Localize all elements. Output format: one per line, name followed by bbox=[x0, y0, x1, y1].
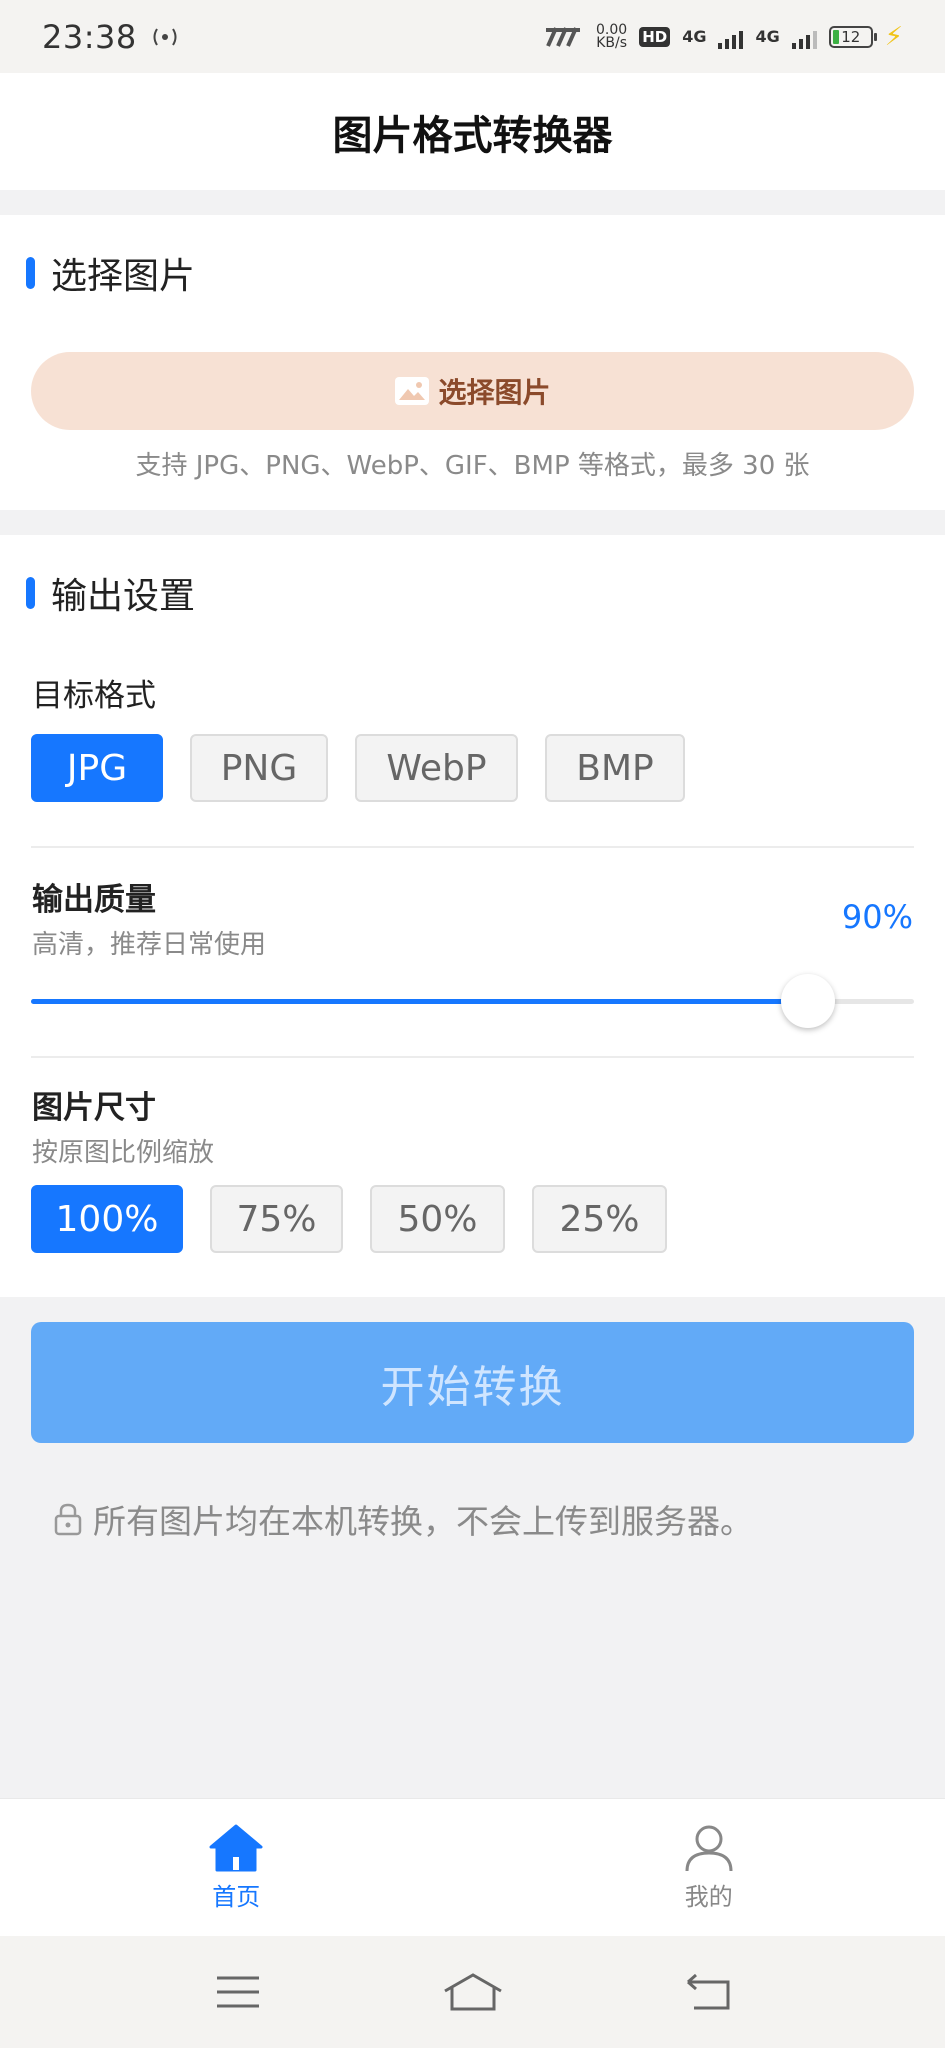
select-image-button-label: 选择图片 bbox=[438, 376, 551, 409]
status-right: 0.00 KB/s HD 4G 4G 12 ⚡ bbox=[544, 22, 903, 52]
size-chip-75[interactable]: 75% bbox=[210, 1185, 343, 1253]
back-button[interactable] bbox=[668, 1962, 748, 2022]
nav-label-home: 首页 bbox=[212, 1883, 261, 1911]
home-system-button[interactable] bbox=[433, 1962, 513, 2022]
format-chip-webp[interactable]: WebP bbox=[355, 734, 518, 802]
status-bar: 23:38 0.00 KB/s HD 4G 4G 12 ⚡ bbox=[0, 0, 945, 73]
select-section-header: 选择图片 bbox=[26, 247, 195, 299]
select-image-card: 选择图片 选择图片 支持 JPG、PNG、WebP、GIF、BMP 等格式，最多… bbox=[0, 215, 945, 510]
format-chip-png[interactable]: PNG bbox=[190, 734, 328, 802]
status-time: 23:38 bbox=[42, 17, 137, 56]
size-chip-50[interactable]: 50% bbox=[370, 1185, 505, 1253]
nav-label-mine: 我的 bbox=[684, 1883, 733, 1911]
page-title: 图片格式转换器 bbox=[332, 112, 613, 159]
sim2-label: 4G bbox=[755, 27, 780, 46]
divider bbox=[31, 1056, 914, 1058]
size-chip-100[interactable]: 100% bbox=[31, 1185, 183, 1253]
quality-label: 输出质量 bbox=[32, 882, 156, 918]
menu-icon bbox=[216, 1976, 259, 2008]
home-icon bbox=[209, 1824, 263, 1872]
speed-icon bbox=[546, 26, 581, 47]
app-header: 图片格式转换器 bbox=[0, 73, 945, 190]
format-chip-row: JPG PNG WebP BMP bbox=[31, 734, 712, 802]
quality-value: 90% bbox=[841, 898, 913, 936]
nav-item-mine[interactable]: 我的 bbox=[473, 1799, 945, 1936]
status-left: 23:38 bbox=[42, 18, 179, 56]
hd-badge: HD bbox=[639, 26, 671, 47]
system-nav-bar bbox=[0, 1936, 945, 2048]
section-accent-bar bbox=[26, 577, 35, 609]
back-icon bbox=[686, 1973, 729, 2010]
bottom-nav: 首页 我的 bbox=[0, 1798, 945, 1936]
charging-icon: ⚡ bbox=[884, 21, 903, 52]
nfc-icon bbox=[153, 27, 177, 46]
section-accent-bar bbox=[26, 257, 35, 289]
format-hint: 支持 JPG、PNG、WebP、GIF、BMP 等格式，最多 30 张 bbox=[135, 451, 810, 481]
signal-icon-2 bbox=[791, 25, 817, 49]
format-label: 目标格式 bbox=[32, 678, 156, 714]
sim1-label: 4G bbox=[682, 27, 707, 46]
battery-icon: 12 bbox=[828, 25, 877, 48]
select-section-title: 选择图片 bbox=[51, 256, 196, 297]
menu-button[interactable] bbox=[198, 1962, 278, 2022]
quality-subtitle: 高清，推荐日常使用 bbox=[32, 930, 267, 960]
output-settings-card: 输出设置 目标格式 JPG PNG WebP BMP 输出质量 高清，推荐日常使… bbox=[0, 535, 945, 1297]
privacy-text: 所有图片均在本机转换，不会上传到服务器。 bbox=[93, 1502, 753, 1541]
system-home-icon bbox=[443, 1973, 502, 2011]
image-icon bbox=[395, 377, 430, 405]
quality-slider-thumb[interactable] bbox=[781, 974, 836, 1028]
size-label: 图片尺寸 bbox=[32, 1090, 156, 1126]
divider bbox=[31, 846, 914, 848]
net-speed: 0.00 KB/s bbox=[596, 23, 627, 51]
output-section-header: 输出设置 bbox=[26, 567, 195, 619]
size-chip-25[interactable]: 25% bbox=[532, 1185, 667, 1253]
start-convert-button-label: 开始转换 bbox=[380, 1361, 565, 1413]
privacy-note: 所有图片均在本机转换，不会上传到服务器。 bbox=[53, 1495, 753, 1543]
user-icon bbox=[685, 1825, 733, 1872]
quality-slider[interactable] bbox=[31, 974, 914, 1028]
signal-icon bbox=[718, 25, 744, 49]
quality-slider-fill bbox=[31, 999, 809, 1004]
format-chip-jpg[interactable]: JPG bbox=[31, 734, 163, 802]
select-image-button[interactable]: 选择图片 bbox=[31, 352, 914, 430]
output-section-title: 输出设置 bbox=[51, 576, 196, 617]
nav-item-home[interactable]: 首页 bbox=[0, 1799, 473, 1936]
format-chip-bmp[interactable]: BMP bbox=[545, 734, 685, 802]
lock-icon bbox=[54, 1503, 82, 1536]
start-convert-button[interactable]: 开始转换 bbox=[31, 1322, 914, 1443]
net-speed-unit: KB/s bbox=[596, 34, 627, 51]
size-subtitle: 按原图比例缩放 bbox=[32, 1138, 215, 1168]
size-chip-row: 100% 75% 50% 25% bbox=[31, 1185, 694, 1253]
